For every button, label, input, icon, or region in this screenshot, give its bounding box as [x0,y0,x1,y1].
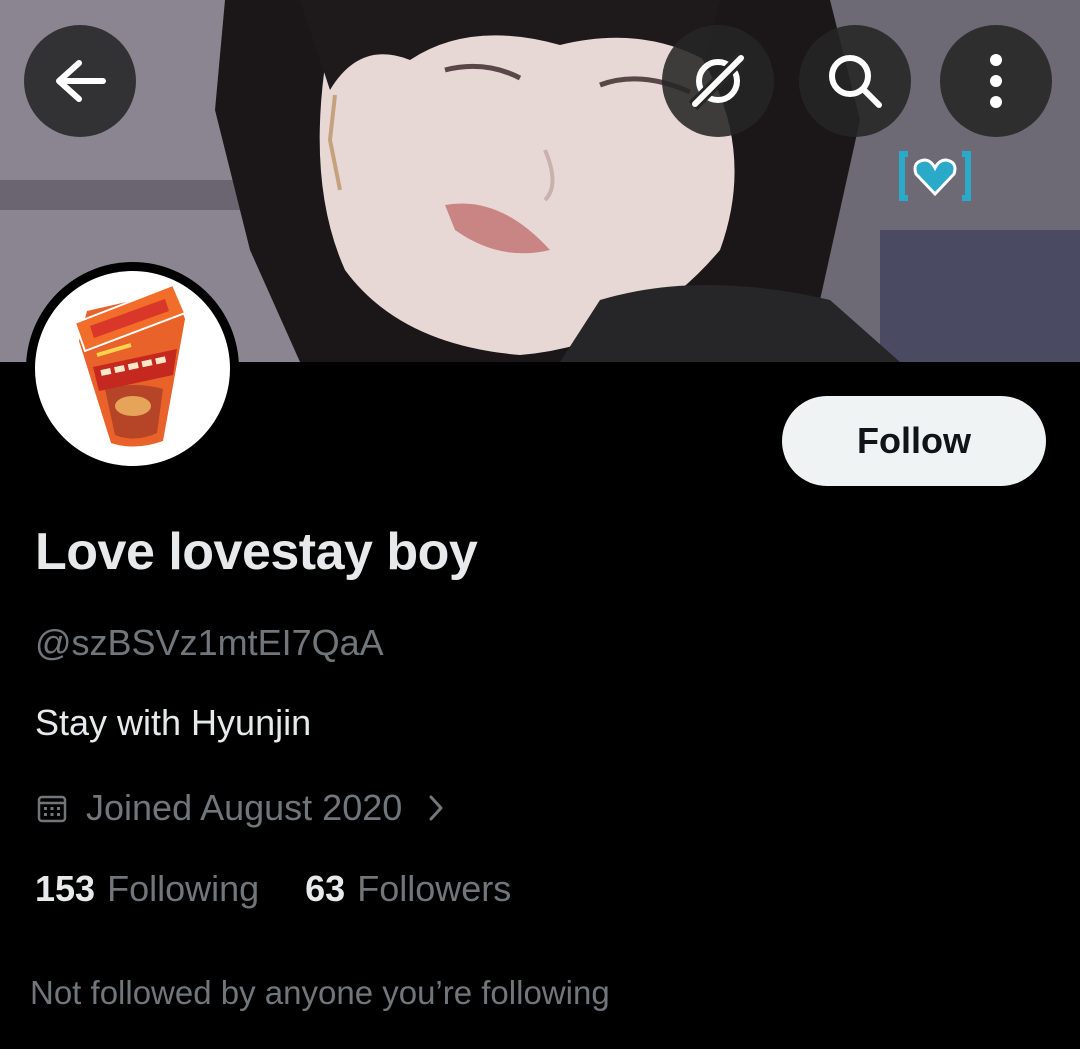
back-button[interactable] [24,25,136,137]
more-vertical-icon [990,54,1002,108]
grok-icon [688,51,748,111]
noodle-cup-icon [73,283,187,447]
search-icon [829,55,882,108]
follow-stats: 153 Following 63 Followers [35,868,511,910]
followers-count: 63 [305,868,346,909]
joined-date-text: Joined August 2020 [86,787,403,828]
avatar[interactable] [26,262,239,475]
arrow-left-icon [56,60,106,102]
heart-sticker-icon [899,151,971,201]
calendar-icon [37,795,67,823]
more-options-button[interactable] [940,25,1052,137]
display-name: Love lovestay boy [35,523,478,581]
grok-button[interactable] [662,25,774,137]
following-link[interactable]: 153 Following [35,868,259,910]
following-label: Following [107,868,260,909]
username-handle: @szBSVz1mtEI7QaA [35,622,384,663]
avatar-image [35,271,230,466]
mutual-followers-text: Not followed by anyone you’re following [30,974,610,1011]
follow-button[interactable]: Follow [782,396,1046,486]
followers-label: Followers [357,868,512,909]
following-count: 153 [35,868,96,909]
joined-date-row[interactable]: Joined August 2020 [36,784,444,832]
followers-link[interactable]: 63 Followers [305,868,511,910]
bio: Stay with Hyunjin [35,702,312,743]
chevron-right-icon [429,795,443,821]
search-button[interactable] [799,25,911,137]
